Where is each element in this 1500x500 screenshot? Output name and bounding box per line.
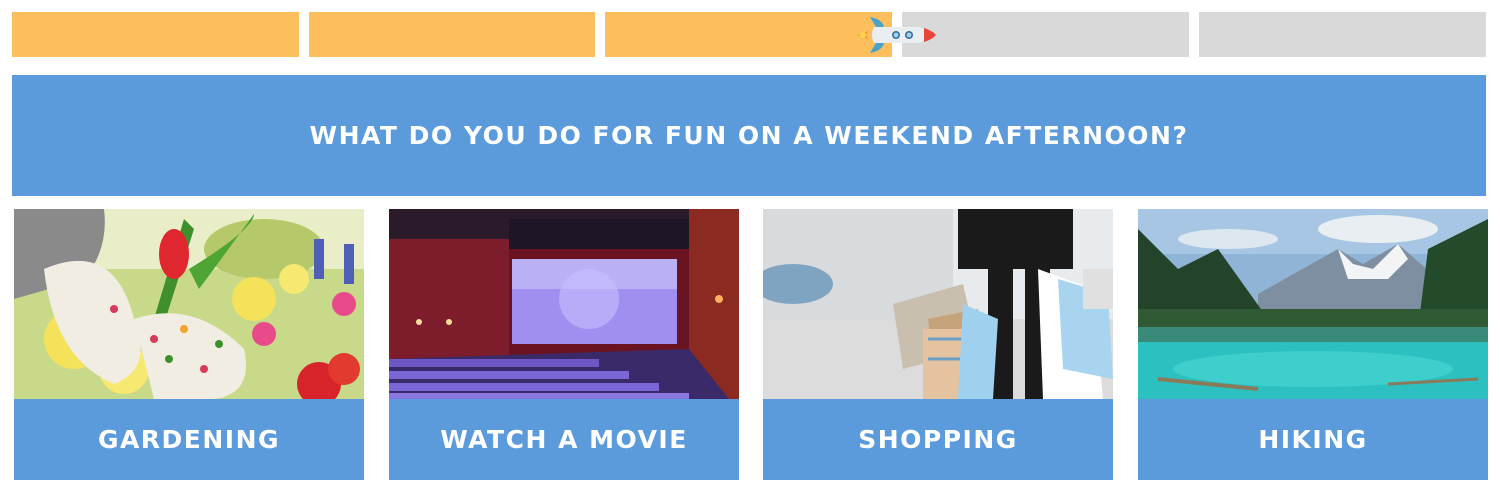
option-text-shopping: Shopping [858,425,1018,454]
option-label-gardening: Gardening [14,399,364,480]
option-label-watch-a-movie: Watch a movie [389,399,739,480]
option-card-shopping[interactable]: Shopping [763,209,1113,480]
option-card-hiking[interactable]: Hiking [1138,209,1488,480]
option-label-hiking: Hiking [1138,399,1488,480]
cinema-photo [389,209,739,399]
option-text-watch-a-movie: Watch a movie [440,425,688,454]
progress-segment-1 [12,12,299,57]
progress-segment-2 [309,12,595,57]
hiking-photo [1138,209,1488,399]
option-text-hiking: Hiking [1258,425,1368,454]
gardening-photo [14,209,364,399]
progress-segment-4 [902,12,1189,57]
option-text-gardening: Gardening [97,425,281,454]
shopping-photo [763,209,1113,399]
progress-segment-3 [605,12,892,57]
progress-segment-5 [1199,12,1486,57]
option-card-watch-a-movie[interactable]: Watch a movie [389,209,739,480]
rocket-icon [854,13,938,57]
option-label-shopping: Shopping [763,399,1113,480]
question-banner: What do you do for fun on a weekend afte… [12,75,1486,196]
option-card-gardening[interactable]: Gardening [14,209,364,480]
progress-bar [12,12,1486,57]
question-text: What do you do for fun on a weekend afte… [309,121,1189,150]
